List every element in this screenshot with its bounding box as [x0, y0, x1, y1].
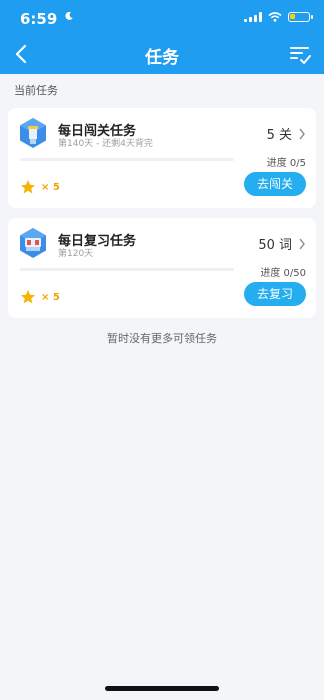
- task-count: 50 词: [258, 238, 292, 253]
- go-level-button[interactable]: 去闯关: [244, 172, 306, 196]
- wifi-icon: [268, 12, 282, 22]
- reward: × 5: [20, 289, 60, 305]
- chevron-right-icon: [299, 128, 305, 139]
- status-bar: 6:59: [0, 0, 324, 36]
- progress-text: 进度 0/50: [260, 268, 306, 279]
- home-indicator[interactable]: [105, 686, 219, 691]
- reward: × 5: [20, 179, 60, 195]
- task-count-link[interactable]: 50 词: [258, 234, 306, 253]
- page-title: 任务: [145, 48, 179, 68]
- reward-amount: × 5: [41, 181, 60, 193]
- progress-bar: [20, 268, 234, 271]
- star-icon: [21, 290, 35, 304]
- task-subtitle: 第140天 - 还剩4天背完: [58, 139, 153, 149]
- task-card-daily-review: 每日复习任务 第120天 50 词 进度 0/50 × 5 去复习: [8, 218, 316, 318]
- star-icon: [21, 180, 35, 194]
- reward-amount: × 5: [41, 291, 60, 303]
- empty-note: 暂时没有更多可领任务: [107, 332, 217, 345]
- task-count-link[interactable]: 5 关: [267, 124, 306, 143]
- task-card-daily-level: 每日闯关任务 第140天 - 还剩4天背完 5 关 进度 0/5 × 5 去闯关: [8, 108, 316, 208]
- review-task-icon: [20, 228, 46, 258]
- progress-bar: [20, 158, 234, 161]
- status-time: 6:59: [20, 10, 58, 28]
- section-label-current-tasks: 当前任务: [14, 84, 58, 97]
- chevron-right-icon: [299, 238, 305, 249]
- level-task-icon: [20, 118, 46, 148]
- task-subtitle: 第120天: [58, 249, 94, 259]
- top-bar: 6:59 任务: [0, 0, 324, 74]
- task-count: 5 关: [266, 128, 292, 143]
- progress-text: 进度 0/5: [266, 158, 306, 169]
- task-list-icon[interactable]: [288, 42, 312, 66]
- moon-icon: [65, 11, 73, 20]
- battery-icon: [288, 12, 313, 22]
- go-review-button[interactable]: 去复习: [244, 282, 306, 306]
- status-icons: [244, 12, 313, 22]
- navigation-bar: 任务: [0, 36, 324, 74]
- signal-icon: [244, 12, 262, 22]
